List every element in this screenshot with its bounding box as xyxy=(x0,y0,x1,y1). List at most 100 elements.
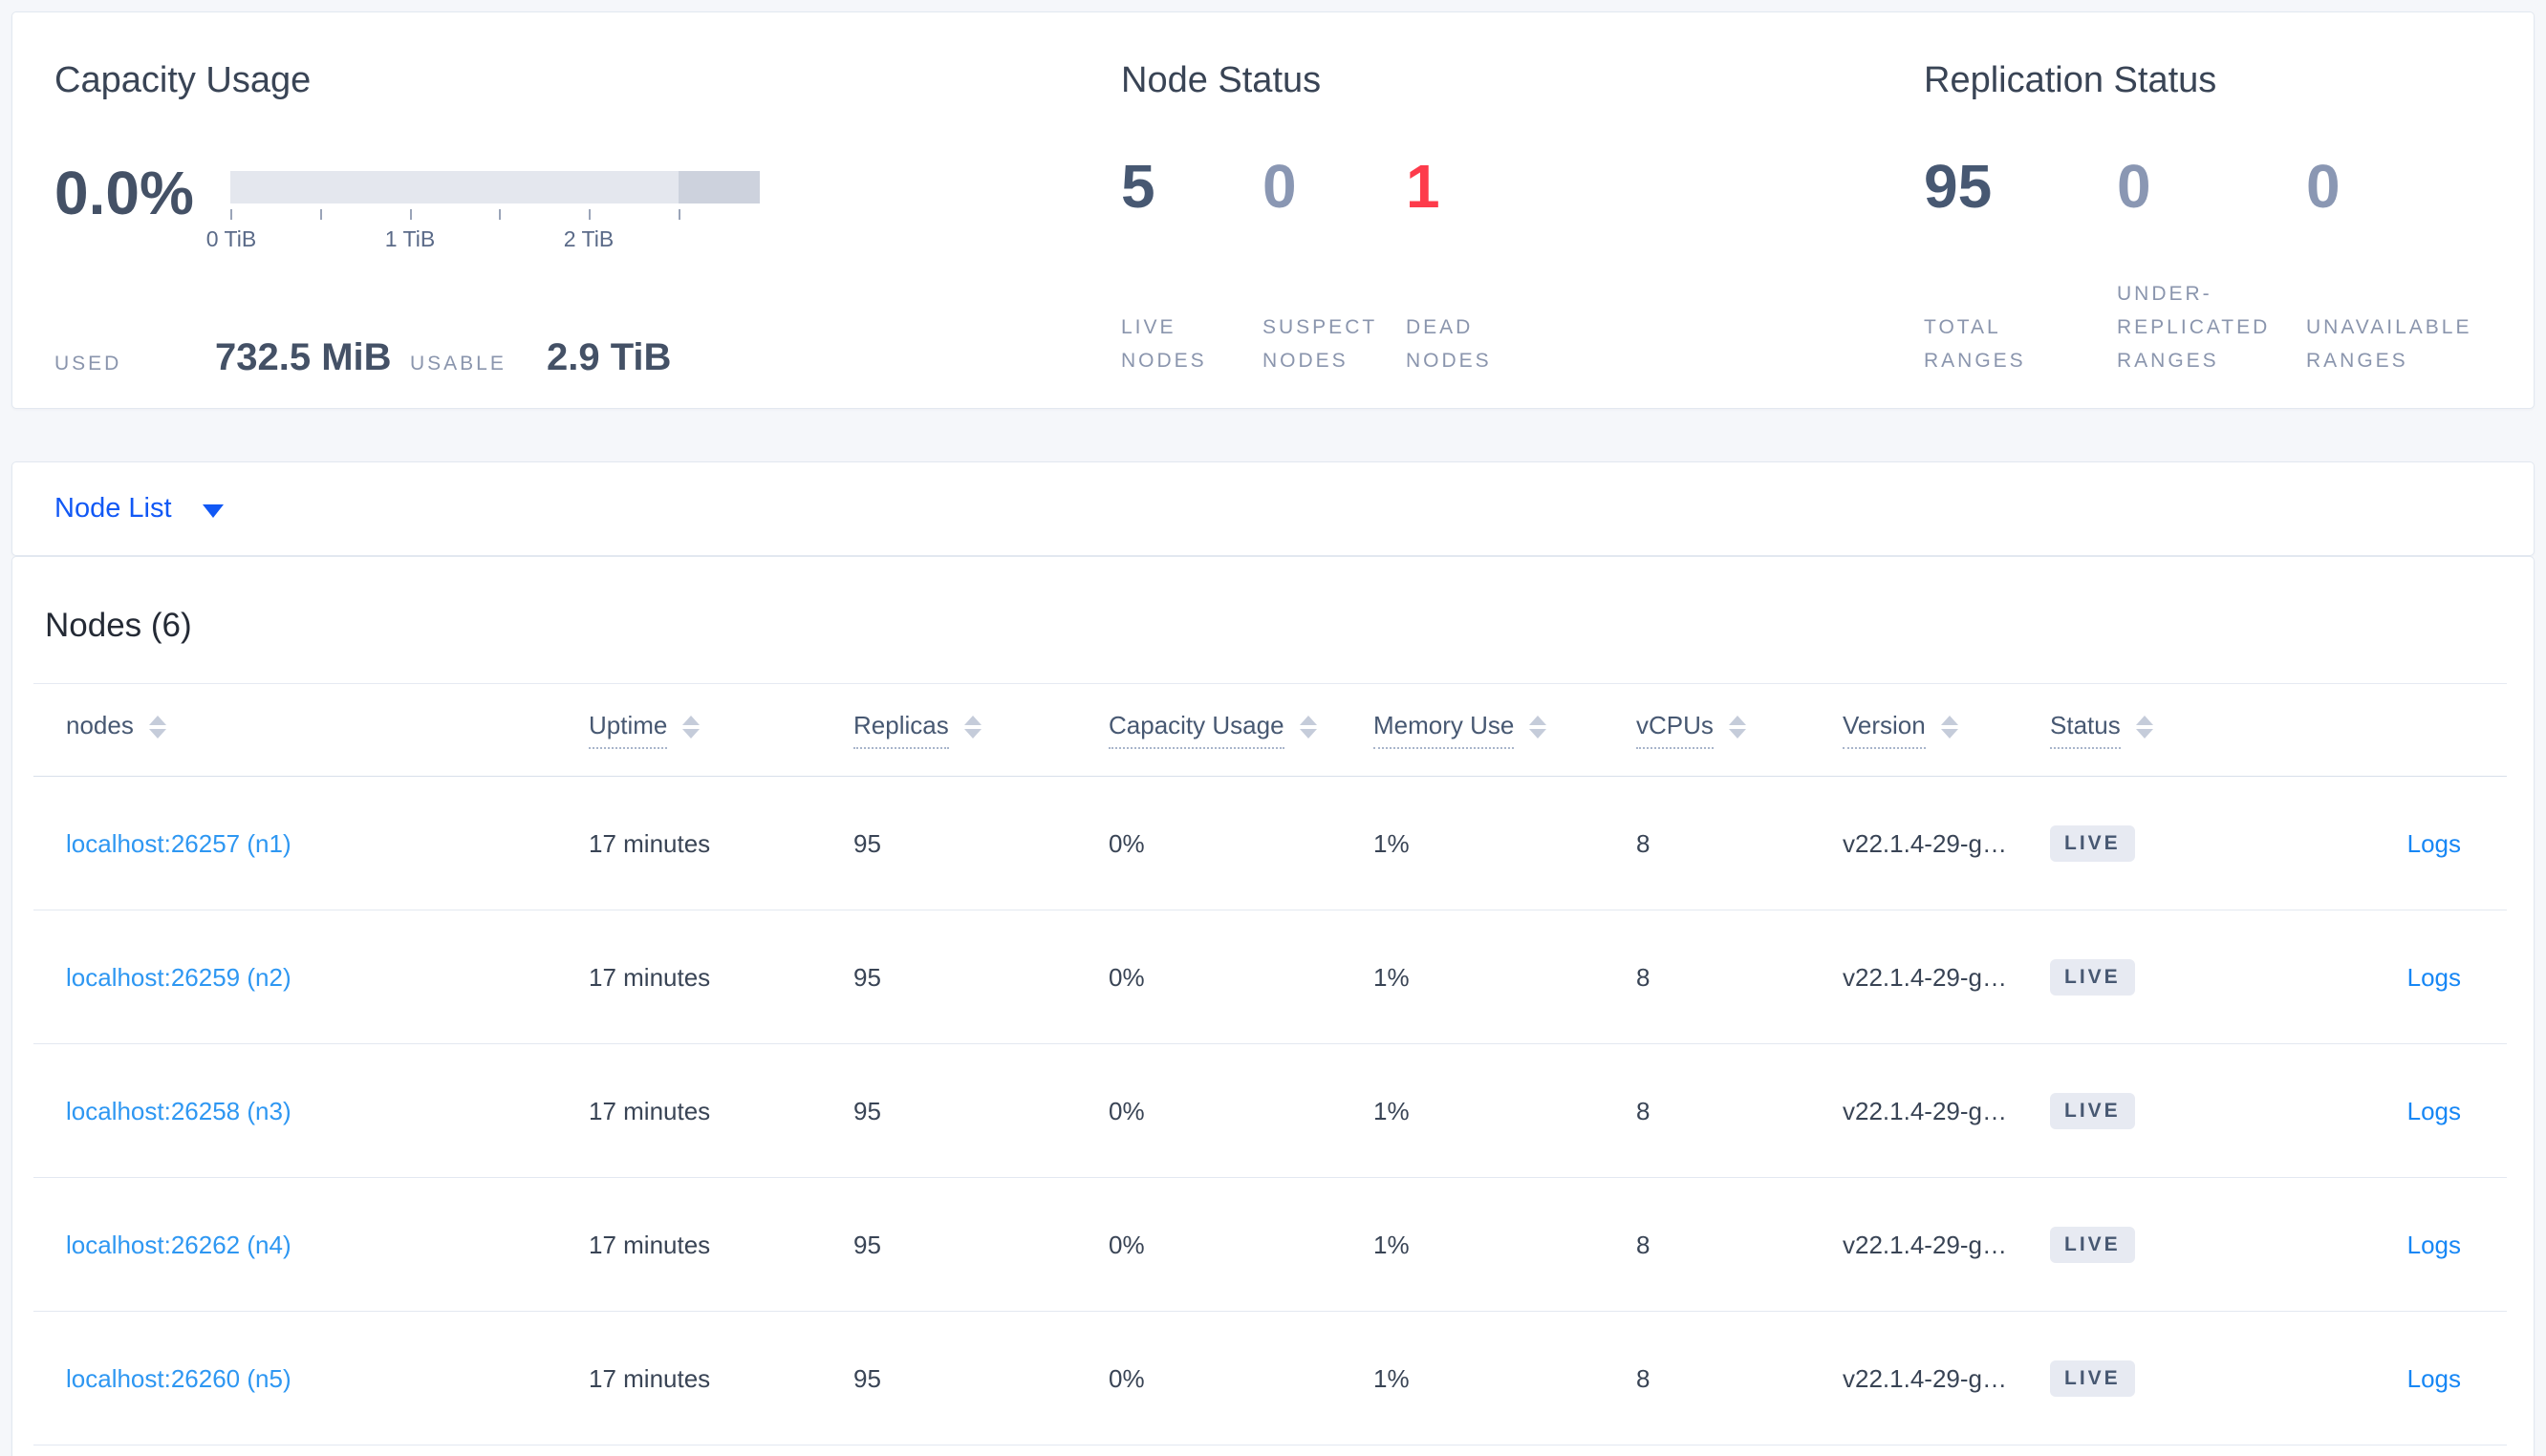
chevron-down-icon xyxy=(202,503,224,518)
replicas-cell: 95 xyxy=(853,1230,881,1259)
usable-value: 2.9 TiB xyxy=(547,336,672,378)
live-nodes-label: LIVE NODES xyxy=(1121,316,1207,372)
capacity-usage-cell: 0% xyxy=(1109,828,1145,858)
sort-icon[interactable] xyxy=(2135,716,2153,739)
sort-icon[interactable] xyxy=(148,716,166,739)
nodes-table-body: localhost:26257 (n1) 17 minutes 95 0% 1%… xyxy=(12,777,2534,1445)
total-ranges-label: TOTAL RANGES xyxy=(1924,316,2026,372)
replication-status-section: Replication Status 95 TOTAL RANGES 0 UND… xyxy=(1924,12,2535,408)
stat-unavailable-ranges: 0 UNAVAILABLE RANGES xyxy=(2306,156,2526,377)
dead-nodes-label: DEAD NODES xyxy=(1406,316,1492,372)
axis-tick xyxy=(499,209,501,220)
replicas-cell: 95 xyxy=(853,828,881,858)
stat-total-ranges: 95 TOTAL RANGES xyxy=(1924,156,2117,377)
axis-tick-label: 1 TiB xyxy=(384,226,436,251)
table-row: localhost:26262 (n4) 17 minutes 95 0% 1%… xyxy=(12,1178,2534,1312)
total-ranges-value: 95 xyxy=(1924,152,1993,221)
under-replicated-ranges-value: 0 xyxy=(2117,152,2151,221)
sort-icon[interactable] xyxy=(1728,716,1746,739)
version-cell: v22.1.4-29-g… xyxy=(1843,962,2007,992)
uptime-cell: 17 minutes xyxy=(589,962,711,992)
column-header-uptime[interactable]: Uptime xyxy=(589,711,853,749)
node-link[interactable]: localhost:26257 (n1) xyxy=(66,829,291,858)
uptime-cell: 17 minutes xyxy=(589,828,711,858)
axis-tick-label: 2 TiB xyxy=(563,226,615,251)
status-badge: LIVE xyxy=(2050,959,2135,996)
nodes-table-panel: Nodes (6) nodes Uptime Replicas Capacity… xyxy=(11,556,2535,1456)
cluster-summary-panel: Capacity Usage 0.0% 0 TiB 1 TiB 2 TiB US… xyxy=(11,11,2535,409)
capacity-percent: 0.0% xyxy=(54,159,194,227)
node-link[interactable]: localhost:26259 (n2) xyxy=(66,963,291,992)
logs-link[interactable]: Logs xyxy=(2407,1231,2461,1259)
used-value: 732.5 MiB xyxy=(215,336,392,378)
version-cell: v22.1.4-29-g… xyxy=(1843,1096,2007,1125)
axis-tick xyxy=(589,209,591,220)
table-row: localhost:26258 (n3) 17 minutes 95 0% 1%… xyxy=(12,1044,2534,1178)
vcpus-cell: 8 xyxy=(1636,828,1651,858)
unavailable-ranges-label: UNAVAILABLE RANGES xyxy=(2306,316,2472,372)
unavailable-ranges-value: 0 xyxy=(2306,152,2341,221)
sort-icon[interactable] xyxy=(1529,716,1547,739)
axis-tick xyxy=(230,209,232,220)
column-header-capacity-usage[interactable]: Capacity Usage xyxy=(1109,711,1373,749)
version-cell: v22.1.4-29-g… xyxy=(1843,1230,2007,1259)
column-header-status[interactable]: Status xyxy=(2050,711,2295,749)
column-header-nodes[interactable]: nodes xyxy=(66,711,589,749)
status-badge: LIVE xyxy=(2050,825,2135,862)
version-cell: v22.1.4-29-g… xyxy=(1843,828,2007,858)
node-link[interactable]: localhost:26262 (n4) xyxy=(66,1231,291,1259)
capacity-usage-cell: 0% xyxy=(1109,1230,1145,1259)
table-row: localhost:26257 (n1) 17 minutes 95 0% 1%… xyxy=(12,777,2534,910)
status-badge: LIVE xyxy=(2050,1227,2135,1263)
replication-status-title: Replication Status xyxy=(1924,60,2217,100)
sort-icon[interactable] xyxy=(682,716,701,739)
sort-icon[interactable] xyxy=(963,716,982,739)
axis-tick xyxy=(320,209,322,220)
memory-use-cell: 1% xyxy=(1373,1230,1410,1259)
capacity-usage-cell: 0% xyxy=(1109,1096,1145,1125)
logs-link[interactable]: Logs xyxy=(2407,1097,2461,1125)
version-cell: v22.1.4-29-g… xyxy=(1843,1363,2007,1393)
sort-icon[interactable] xyxy=(1299,716,1317,739)
suspect-nodes-value: 0 xyxy=(1262,152,1297,221)
stat-suspect-nodes: 0 SUSPECT NODES xyxy=(1262,156,1406,377)
view-selector-button[interactable]: Node List xyxy=(54,493,224,525)
vcpus-cell: 8 xyxy=(1636,1230,1651,1259)
column-header-replicas[interactable]: Replicas xyxy=(853,711,1109,749)
memory-use-cell: 1% xyxy=(1373,962,1410,992)
vcpus-cell: 8 xyxy=(1636,962,1651,992)
under-replicated-ranges-label: UNDER-REPLICATED RANGES xyxy=(2117,283,2271,372)
column-header-vcpus[interactable]: vCPUs xyxy=(1636,711,1843,749)
vcpus-cell: 8 xyxy=(1636,1096,1651,1125)
axis-tick xyxy=(679,209,680,220)
memory-use-cell: 1% xyxy=(1373,828,1410,858)
stat-under-replicated-ranges: 0 UNDER-REPLICATED RANGES xyxy=(2117,156,2306,377)
uptime-cell: 17 minutes xyxy=(589,1363,711,1393)
view-selector-bar: Node List xyxy=(11,461,2535,556)
capacity-bar-reserved-segment xyxy=(679,171,760,203)
suspect-nodes-label: SUSPECT NODES xyxy=(1262,316,1377,372)
dead-nodes-value: 1 xyxy=(1406,152,1440,221)
status-badge: LIVE xyxy=(2050,1093,2135,1129)
node-link[interactable]: localhost:26260 (n5) xyxy=(66,1364,291,1393)
capacity-usage-cell: 0% xyxy=(1109,1363,1145,1393)
status-badge: LIVE xyxy=(2050,1360,2135,1397)
sort-icon[interactable] xyxy=(1940,716,1958,739)
column-header-version[interactable]: Version xyxy=(1843,711,2050,749)
column-header-memory-use[interactable]: Memory Use xyxy=(1373,711,1636,749)
node-link[interactable]: localhost:26258 (n3) xyxy=(66,1097,291,1125)
capacity-used-usable-row: USED 732.5 MiB USABLE 2.9 TiB xyxy=(54,332,781,379)
logs-link[interactable]: Logs xyxy=(2407,829,2461,858)
uptime-cell: 17 minutes xyxy=(589,1096,711,1125)
node-status-section: Node Status 5 LIVE NODES 0 SUSPECT NODES… xyxy=(1121,12,1847,408)
memory-use-cell: 1% xyxy=(1373,1096,1410,1125)
logs-link[interactable]: Logs xyxy=(2407,963,2461,992)
nodes-table-header: nodes Uptime Replicas Capacity Usage Mem… xyxy=(12,683,2534,777)
capacity-usage-title: Capacity Usage xyxy=(54,60,312,100)
uptime-cell: 17 minutes xyxy=(589,1230,711,1259)
used-label: USED xyxy=(54,353,122,375)
capacity-bar-track xyxy=(230,171,760,203)
logs-link[interactable]: Logs xyxy=(2407,1364,2461,1393)
vcpus-cell: 8 xyxy=(1636,1363,1651,1393)
memory-use-cell: 1% xyxy=(1373,1363,1410,1393)
